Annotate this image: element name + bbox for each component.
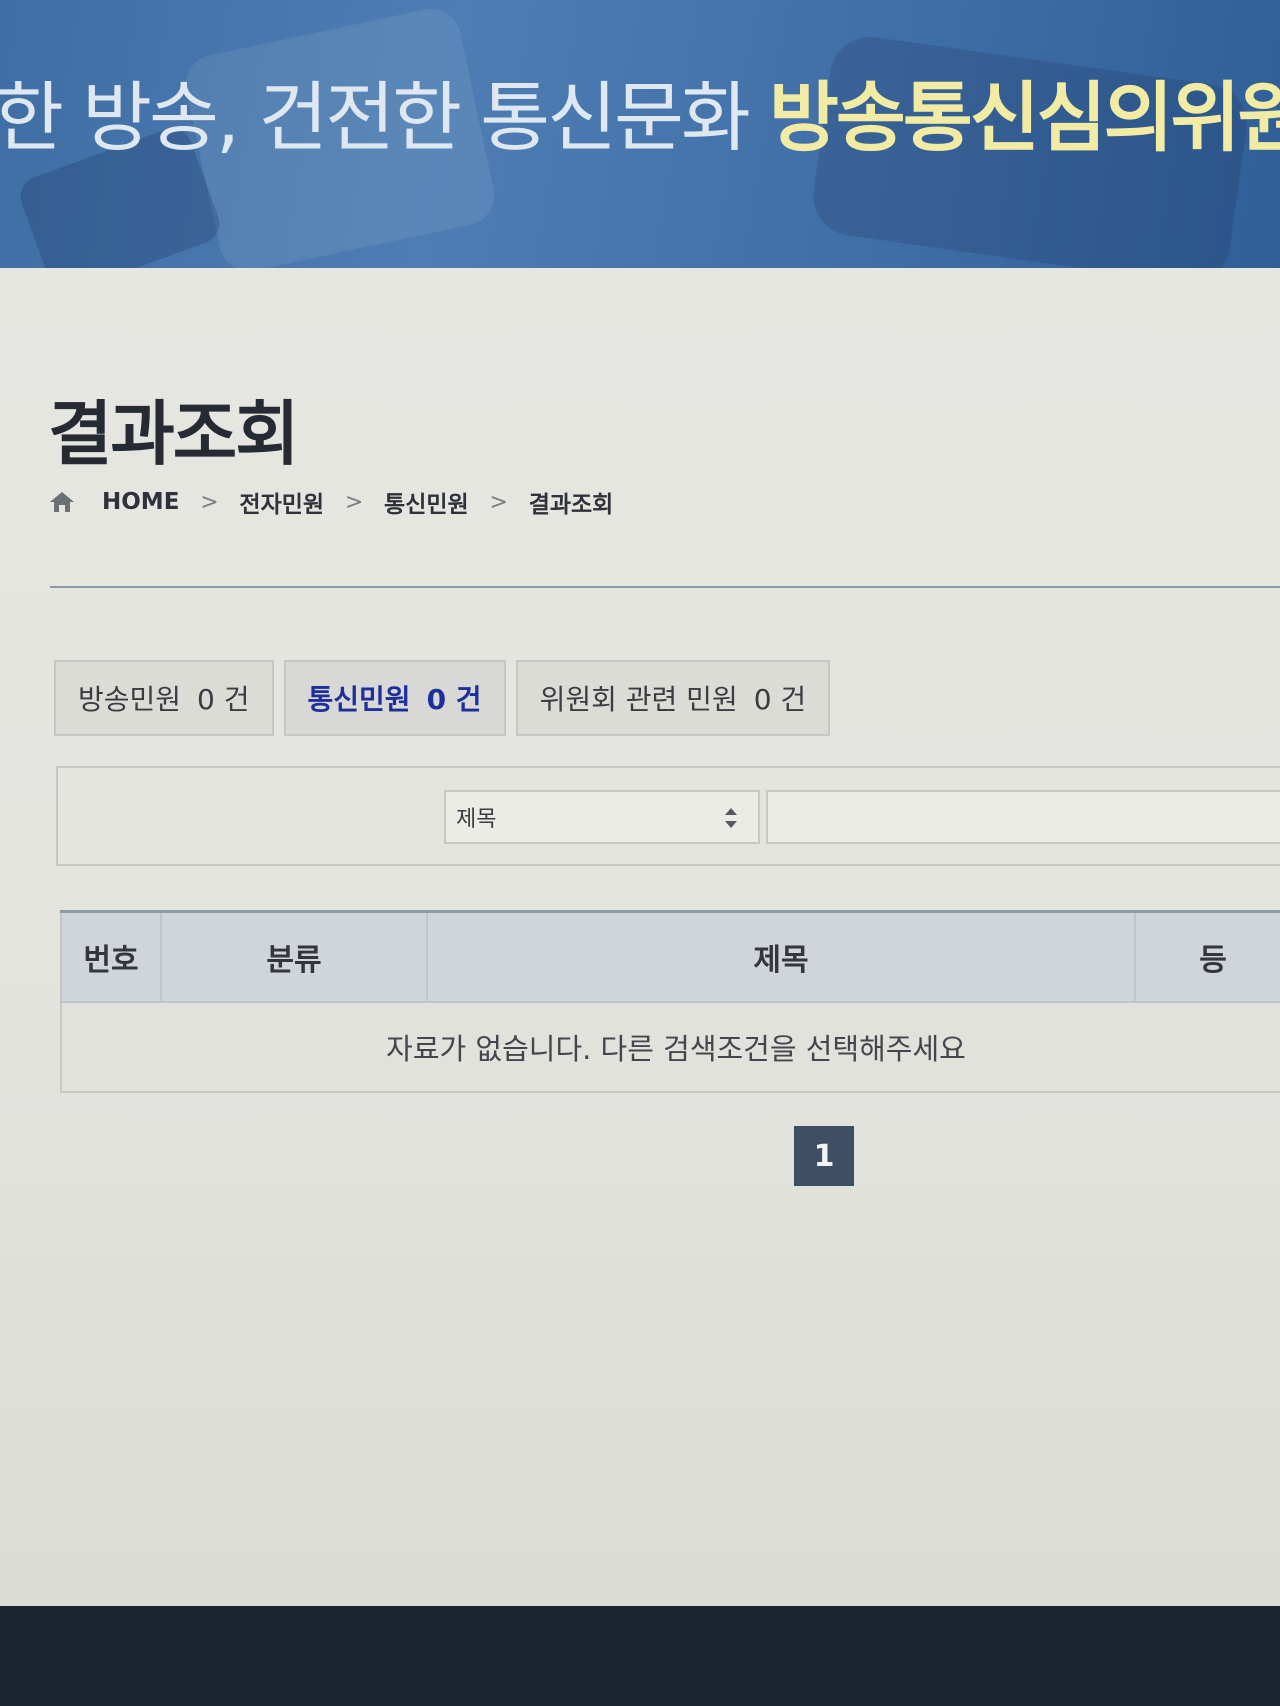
breadcrumb-item-electronic-petition[interactable]: 전자민원 <box>239 485 324 519</box>
search-field-selected: 제목 <box>456 807 497 832</box>
column-header-category: 분류 <box>160 910 428 1003</box>
page-button-current[interactable]: 1 <box>794 1126 854 1186</box>
hero-banner: 한 방송, 건전한 통신문화 방송통신심의위원회 <box>0 0 1280 268</box>
breadcrumb-separator: > <box>344 489 364 515</box>
banner-slogan: 한 방송, 건전한 통신문화 방송통신심의위원회 <box>0 56 1280 166</box>
slogan-text: 한 방송, 건전한 통신문화 <box>0 73 769 162</box>
tab-communication-petition[interactable]: 통신민원 0 건 <box>283 660 506 736</box>
breadcrumb-item-result-lookup[interactable]: 결과조회 <box>529 485 614 519</box>
main-content: 결과조회 HOME > 전자민원 > 통신민원 > 결과조회 방송민원 0 건 … <box>0 268 1280 1606</box>
title-divider <box>50 586 1280 588</box>
search-input[interactable] <box>766 790 1280 844</box>
column-header-number: 번호 <box>60 910 162 1003</box>
tab-label: 방송민원 <box>78 683 182 716</box>
screen-bezel <box>0 1606 1280 1706</box>
page-title: 결과조회 <box>48 393 300 475</box>
category-tabs: 방송민원 0 건 통신민원 0 건 위원회 관련 민원 0 건 <box>54 660 840 736</box>
page: 한 방송, 건전한 통신문화 방송통신심의위원회 결과조회 HOME > 전자민… <box>0 0 1280 1706</box>
column-header-title: 제목 <box>426 910 1136 1003</box>
slogan-org-name: 방송통신심의위원회 <box>769 73 1280 162</box>
table-row: 자료가 없습니다. 다른 검색조건을 선택해주세요 <box>60 1001 1280 1093</box>
table-header-row: 번호 분류 제목 등 <box>60 910 1280 1003</box>
tab-broadcast-petition[interactable]: 방송민원 0 건 <box>54 660 274 736</box>
home-icon[interactable] <box>48 490 76 514</box>
breadcrumb: HOME > 전자민원 > 통신민원 > 결과조회 <box>48 484 613 520</box>
tab-committee-petition[interactable]: 위원회 관련 민원 0 건 <box>515 660 831 736</box>
tab-count: 0 건 <box>197 683 250 716</box>
breadcrumb-home[interactable]: HOME <box>102 489 179 515</box>
breadcrumb-item-communication-petition[interactable]: 통신민원 <box>384 485 469 519</box>
breadcrumb-separator: > <box>200 489 219 515</box>
breadcrumb-separator: > <box>489 489 508 515</box>
results-table: 번호 분류 제목 등 자료가 없습니다. 다른 검색조건을 선택해주세요 <box>60 910 1280 1093</box>
column-header-next: 등 <box>1134 910 1280 1003</box>
search-panel: 제목 <box>56 766 1280 866</box>
tab-label: 위원회 관련 민원 <box>539 683 738 716</box>
tab-label: 통신민원 <box>307 683 411 716</box>
select-arrows-icon <box>725 808 737 828</box>
tab-count: 0 건 <box>753 683 807 716</box>
empty-message: 자료가 없습니다. 다른 검색조건을 선택해주세요 <box>60 1001 1280 1093</box>
search-field-select[interactable]: 제목 <box>444 790 760 844</box>
tab-count: 0 건 <box>426 683 482 716</box>
